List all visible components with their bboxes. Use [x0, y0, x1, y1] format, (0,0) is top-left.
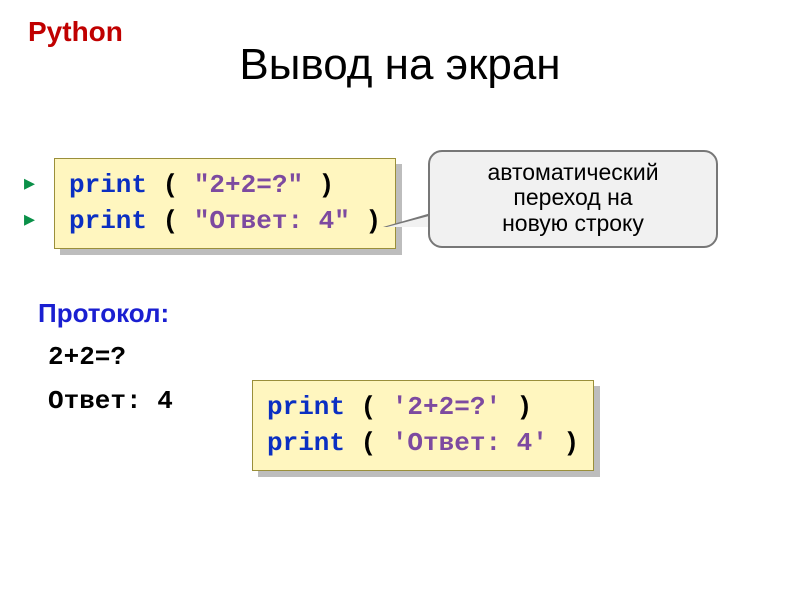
output-line-1: 2+2=?	[48, 342, 126, 372]
callout-tail-icon	[383, 213, 431, 227]
string-literal: 'Ответ: 4'	[392, 428, 548, 458]
keyword-print: print	[267, 392, 345, 422]
string-literal: "2+2=?"	[194, 170, 303, 200]
callout-line-3: новую строку	[440, 211, 706, 236]
string-literal: '2+2=?'	[392, 392, 501, 422]
callout-box: автоматический переход на новую строку	[428, 150, 718, 248]
bullet-icon: ▸	[24, 206, 35, 232]
output-line-2: Ответ: 4	[48, 386, 173, 416]
string-literal: "Ответ: 4"	[194, 206, 350, 236]
paren-close: )	[501, 392, 532, 422]
keyword-print: print	[69, 170, 147, 200]
paren-close: )	[303, 170, 334, 200]
keyword-print: print	[267, 428, 345, 458]
code-block-single-quotes: print ( '2+2=?' ) print ( 'Ответ: 4' )	[252, 380, 594, 471]
keyword-print: print	[69, 206, 147, 236]
paren-open: (	[345, 392, 392, 422]
page-title: Вывод на экран	[0, 40, 800, 90]
paren-open: (	[147, 206, 194, 236]
bullet-icon: ▸	[24, 170, 35, 196]
paren-open: (	[147, 170, 194, 200]
callout-line-1: автоматический	[440, 160, 706, 185]
paren-close: )	[548, 428, 579, 458]
paren-close: )	[350, 206, 381, 236]
code-block-double-quotes: print ( "2+2=?" ) print ( "Ответ: 4" )	[54, 158, 396, 249]
paren-open: (	[345, 428, 392, 458]
protocol-label: Протокол:	[38, 298, 169, 329]
callout-line-2: переход на	[440, 185, 706, 210]
